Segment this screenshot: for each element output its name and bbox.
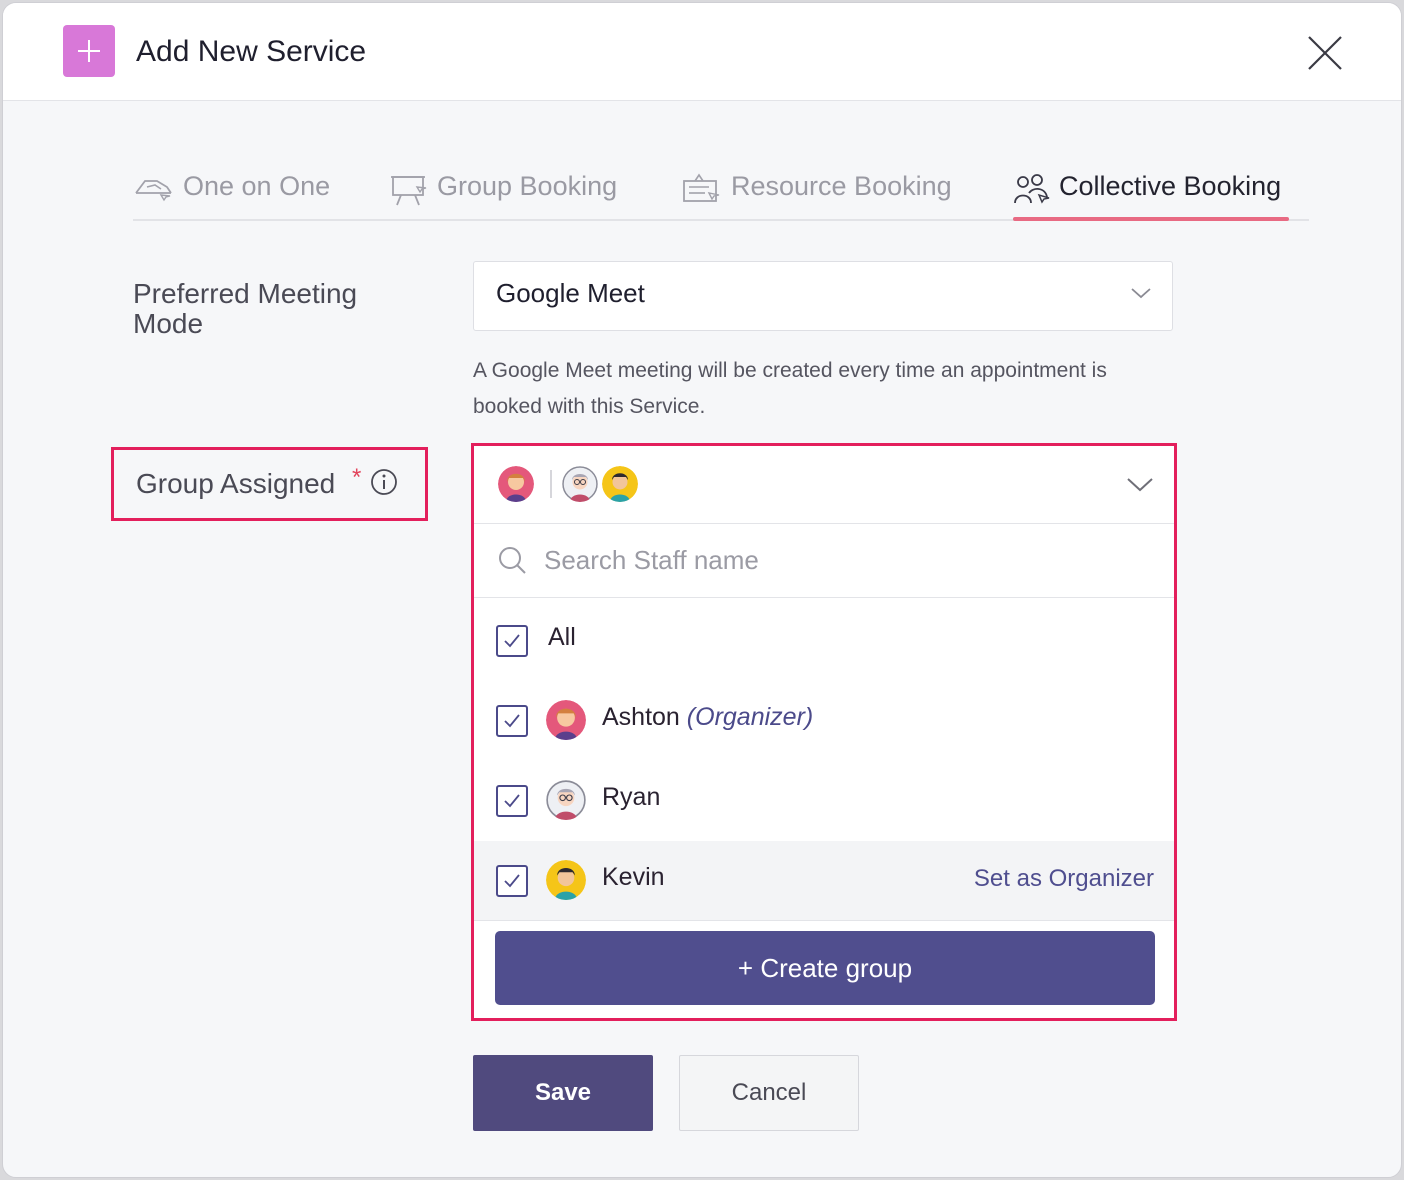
set-as-organizer-link[interactable]: Set as Organizer [974, 865, 1154, 893]
staff-dropdown-toggle[interactable] [474, 446, 1174, 524]
staff-search-row [474, 524, 1174, 598]
people-group-icon [1014, 174, 1050, 204]
add-service-modal: Add New Service One on One Group Booking… [2, 2, 1402, 1178]
search-icon [499, 547, 526, 574]
cancel-button[interactable]: Cancel [679, 1055, 859, 1131]
tab-resource-booking[interactable]: Resource Booking [681, 163, 952, 221]
plus-icon [63, 25, 115, 77]
staff-option-label: All [548, 623, 576, 651]
staff-name: Kevin [602, 863, 665, 891]
checkbox-kevin[interactable] [496, 865, 528, 897]
presentation-board-icon [391, 176, 427, 206]
meeting-mode-label-line2: Mode [133, 308, 204, 339]
checkmark-icon [504, 874, 520, 888]
avatar-separator [550, 470, 552, 498]
tab-collective-booking[interactable]: Collective Booking [1013, 163, 1281, 221]
service-type-tabs: One on One Group Booking Resource Bookin… [133, 163, 1309, 221]
staff-name: Ashton [602, 703, 680, 731]
checkbox-ashton[interactable] [496, 705, 528, 737]
required-mark: * [352, 464, 362, 491]
meeting-mode-value: Google Meet [496, 278, 645, 308]
active-tab-indicator [1013, 217, 1289, 221]
avatar-kevin [546, 860, 586, 900]
avatar-kevin [602, 466, 638, 502]
avatar-ashton [498, 466, 534, 502]
tab-one-on-one[interactable]: One on One [133, 163, 330, 221]
meeting-mode-select[interactable]: Google Meet [473, 261, 1173, 331]
avatar-ryan [546, 780, 586, 820]
staff-option-name: Ashton (Organizer) [602, 703, 813, 732]
handshake-icon [135, 180, 172, 202]
tab-label: Resource Booking [731, 171, 952, 201]
staff-search-input[interactable] [544, 540, 1144, 580]
tab-label: Collective Booking [1059, 171, 1282, 201]
checkmark-icon [504, 714, 520, 728]
meeting-mode-hint: A Google Meet meeting will be created ev… [473, 359, 1107, 418]
create-group-button[interactable]: + Create group [495, 931, 1155, 1005]
save-button[interactable]: Save [473, 1055, 653, 1131]
meeting-mode-label: Preferred Meeting Mode [133, 279, 357, 339]
close-icon [1308, 36, 1342, 70]
organizer-tag: (Organizer) [686, 703, 814, 731]
group-assigned-label: Group Assigned [136, 468, 336, 499]
checkmark-icon [504, 794, 520, 808]
close-button[interactable] [1303, 31, 1347, 75]
checkbox-ryan[interactable] [496, 785, 528, 817]
modal-title: Add New Service [136, 35, 367, 68]
staff-option-ryan[interactable]: Ryan [474, 761, 1174, 841]
tab-group-booking[interactable]: Group Booking [389, 163, 617, 221]
group-assigned-label-highlight: Group Assigned * [111, 447, 428, 521]
avatar-ashton [546, 700, 586, 740]
chevron-down-icon [1131, 288, 1151, 299]
checkmark-icon [504, 634, 520, 648]
modal-header: Add New Service [3, 3, 1401, 101]
staff-dropdown: All Ashton (Organizer) [471, 443, 1177, 1021]
avatar-ryan [562, 466, 598, 502]
staff-option-kevin[interactable]: Kevin Set as Organizer [474, 841, 1174, 921]
staff-option-all[interactable]: All [474, 601, 1174, 681]
desk-resource-icon [683, 173, 720, 202]
staff-name: Ryan [602, 783, 661, 811]
staff-option-ashton[interactable]: Ashton (Organizer) [474, 681, 1174, 761]
meeting-mode-label-line1: Preferred Meeting [133, 278, 358, 309]
tab-label: Group Booking [437, 171, 618, 201]
chevron-down-icon [1127, 478, 1153, 492]
tab-label: One on One [183, 171, 331, 201]
checkbox-all[interactable] [496, 625, 528, 657]
info-icon[interactable] [370, 468, 398, 496]
